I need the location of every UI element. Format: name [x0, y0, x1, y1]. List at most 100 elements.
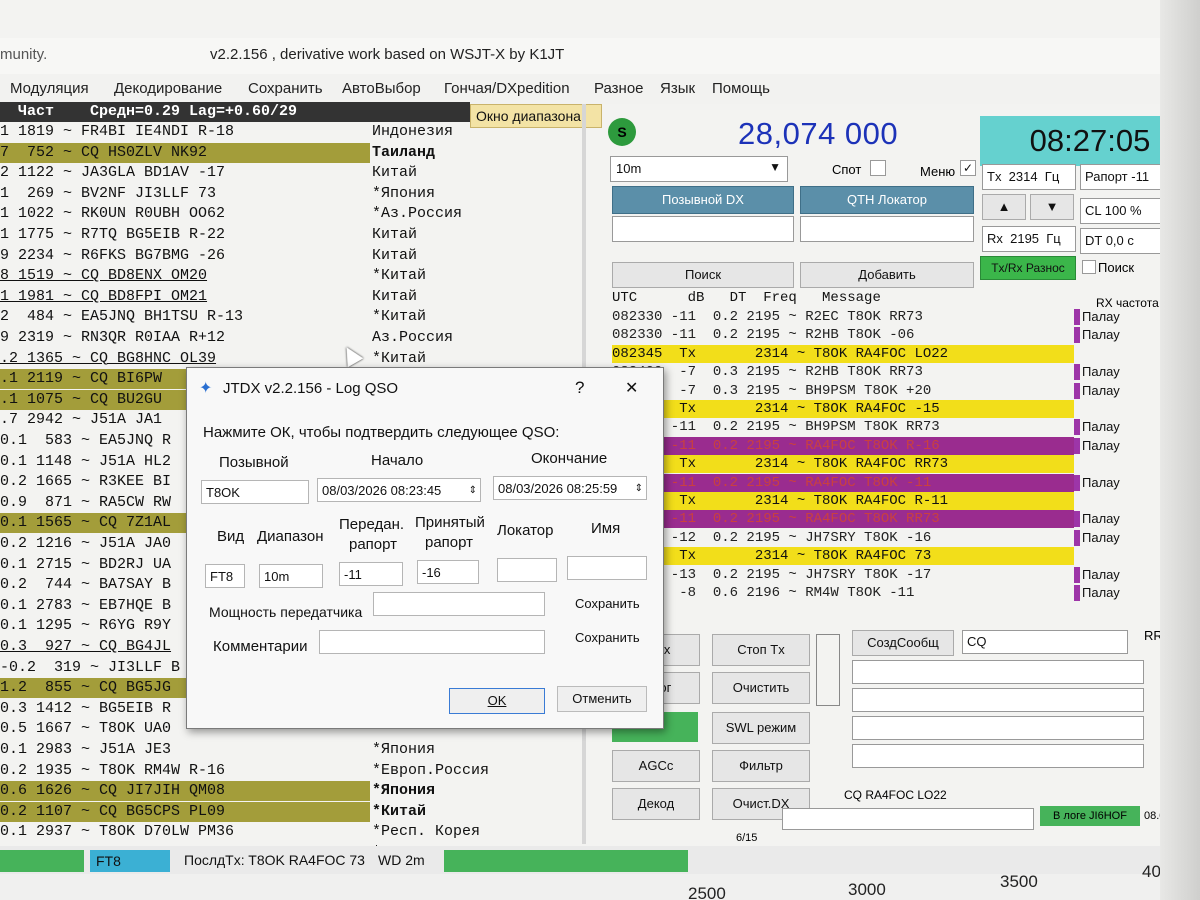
next-message: CQ RA4FOC LO22 — [844, 788, 947, 802]
add-button[interactable]: Добавить — [800, 262, 974, 288]
menu-hound[interactable]: Гончая/DXpedition — [444, 80, 570, 97]
comments-field[interactable] — [319, 630, 545, 654]
save-comments-checkbox-label[interactable]: Сохранить — [575, 630, 640, 645]
rx-country: Палау — [1074, 474, 1120, 491]
rx-message-line[interactable]: 082600 -8 0.6 2196 ~ RM4W T8OK -11 — [612, 584, 1074, 602]
rx-message-line[interactable]: 082500 -11 0.2 2195 ~ RA4FOC T8OK -11 — [612, 473, 1074, 492]
menu-save[interactable]: Сохранить — [248, 80, 323, 97]
rx-message-line[interactable]: 082330 -11 0.2 2195 ~ R2EC T8OK RR73 — [612, 308, 1074, 326]
menu-language[interactable]: Язык — [660, 80, 695, 97]
decode-line[interactable]: 0.6 1626 ~ CQ JI7JIH QM08 — [0, 781, 370, 802]
rx-message-line[interactable]: 082530 -11 0.2 2195 ~ RA4FOC T8OK RR73 — [612, 510, 1074, 529]
call-field[interactable]: T8OK — [201, 480, 309, 504]
name-field[interactable] — [567, 556, 647, 580]
tx2-field[interactable] — [852, 660, 1144, 684]
cancel-button[interactable]: Отменить — [557, 686, 647, 712]
cq-message-field[interactable]: CQ — [962, 630, 1128, 654]
tx-up-button[interactable]: ▲ — [982, 194, 1026, 220]
end-time-value: 08/03/2026 08:25:59 — [498, 481, 618, 496]
close-icon[interactable]: ✕ — [625, 378, 638, 398]
decode-line[interactable]: 9 2319 ~ RN3QR R0IAA R+12 — [0, 328, 370, 348]
rx-message-line[interactable]: 082545 Tx 2314 ~ T8OK RA4FOC 73 — [612, 547, 1074, 566]
rx-message-line[interactable]: 082600 -13 0.2 2195 ~ JH7SRY T8OK -17 — [612, 566, 1074, 584]
dx-call-field[interactable] — [612, 216, 794, 242]
menu-help[interactable]: Помощь — [712, 80, 770, 97]
rx-message-line[interactable]: 082445 Tx 2314 ~ T8OK RA4FOC RR73 — [612, 455, 1074, 474]
rx-frequency-spinbox[interactable]: Rx 2195 Гц — [982, 226, 1076, 252]
spot-checkbox[interactable] — [870, 160, 886, 176]
search-checkbox[interactable] — [1082, 260, 1096, 274]
menu-autoselect[interactable]: АвтоВыбор — [342, 80, 421, 97]
spin-arrows-icon: ⇕ — [468, 485, 477, 496]
lookup-button[interactable]: Поиск — [612, 262, 794, 288]
decode-line[interactable]: 8 1519 ~ CQ BD8ENX OM20 — [0, 266, 370, 286]
report-value: Рапорт -11 — [1085, 169, 1150, 184]
tx3-field[interactable] — [852, 688, 1144, 712]
rx-message-line[interactable]: 082400 -7 0.3 2195 ~ BH9PSM T8OK +20 — [612, 382, 1074, 400]
tx-mode-toggle[interactable] — [816, 634, 840, 706]
locator-field[interactable] — [497, 558, 557, 582]
tx-power-field[interactable] — [373, 592, 545, 616]
decode-line[interactable]: 1 269 ~ BV2NF JI3LLF 73 — [0, 184, 370, 204]
sent-report-field[interactable]: -11 — [339, 562, 403, 586]
menu-modulation[interactable]: Модуляция — [10, 80, 89, 97]
spot-label: Спот — [832, 162, 862, 177]
rx-message-line[interactable]: 082400 -7 0.3 2195 ~ R2HB T8OK RR73 — [612, 363, 1074, 381]
create-message-button[interactable]: СоздСообщ — [852, 630, 954, 656]
tx-frequency-spinbox[interactable]: Tx 2314 Гц — [982, 164, 1076, 190]
decode-line[interactable]: .2 1365 ~ CQ BG8HNC OL39 — [0, 349, 370, 369]
rx-message-line[interactable]: 082330 -11 0.2 2195 ~ R2HB T8OK -06 — [612, 326, 1074, 344]
menu-decode[interactable]: Декодирование — [114, 80, 222, 97]
agcc-button[interactable]: AGCc — [612, 750, 700, 782]
decode-line[interactable]: 0.1 2983 ~ J51A JE3 — [0, 740, 370, 760]
decode-line[interactable]: 0.2 1107 ~ CQ BG5CPS PL09 — [0, 801, 370, 822]
dx-call-button[interactable]: Позывной DX — [612, 186, 794, 214]
menu-checkbox[interactable]: ✓ — [960, 160, 976, 176]
decode-line[interactable]: 2 484 ~ EA5JNQ BH1TSU R-13 — [0, 307, 370, 327]
decode-line[interactable]: 1 1022 ~ RK0UN R0UBH OO62 — [0, 204, 370, 224]
rx-country: Палау — [1074, 419, 1120, 436]
rx-message-line[interactable]: 082345 Tx 2314 ~ T8OK RA4FOC LO22 — [612, 344, 1074, 363]
dx-grid-field[interactable] — [800, 216, 974, 242]
decode-line[interactable]: 1 1819 ~ FR4BI IE4NDI R-18 — [0, 122, 370, 142]
decode-line[interactable]: 7 752 ~ CQ HS0ZLV NK92 — [0, 142, 370, 163]
decode-line[interactable]: 0.2 1935 ~ T8OK RM4W R-16 — [0, 761, 370, 781]
rx-message-line[interactable]: 082430 -11 0.2 2195 ~ RA4FOC T8OK R-16 — [612, 436, 1074, 455]
decode-line[interactable]: 9 2234 ~ R6FKS BG7BMG -26 — [0, 246, 370, 266]
mode-field[interactable]: FT8 — [205, 564, 245, 588]
tx4-field[interactable] — [852, 716, 1144, 740]
rx-message-line[interactable]: 082515 Tx 2314 ~ T8OK RA4FOC R-11 — [612, 492, 1074, 510]
rcvd-report-field[interactable]: -16 — [417, 560, 479, 584]
qth-locator-button[interactable]: QTH Локатор — [800, 186, 974, 214]
save-power-checkbox-label[interactable]: Сохранить — [575, 596, 640, 611]
message-progress-field — [782, 808, 1034, 830]
decode-line[interactable]: 0.1 2937 ~ T8OK D70LW PM36 — [0, 822, 370, 842]
title-bar: munity. v2.2.156 , derivative work based… — [0, 38, 1200, 74]
menu-misc[interactable]: Разное — [594, 80, 644, 97]
tx5-field[interactable] — [852, 744, 1144, 768]
stop-tx-button[interactable]: Стоп Tx — [712, 634, 810, 666]
txrx-split-button[interactable]: Tx/Rx Разнос — [980, 256, 1076, 280]
filter-button[interactable]: Фильтр — [712, 750, 810, 782]
cl-value: CL 100 % — [1085, 203, 1142, 218]
clear-button[interactable]: Очистить — [712, 672, 810, 704]
rx-message-line[interactable]: 082430 -11 0.2 2195 ~ BH9PSM T8OK RR73 — [612, 418, 1074, 436]
decode-country: *Китай — [372, 308, 427, 326]
swl-mode-button[interactable]: SWL режим — [712, 712, 810, 744]
help-icon[interactable]: ? — [575, 378, 584, 398]
s-button[interactable]: S — [608, 118, 636, 146]
start-time-field[interactable]: 08/03/2026 08:23:45 ⇕ — [317, 478, 481, 502]
band-select[interactable]: 10m ▼ — [610, 156, 788, 182]
decode-button[interactable]: Декод — [612, 788, 700, 820]
rx-message-line[interactable]: 082530 -12 0.2 2195 ~ JH7SRY T8OK -16 — [612, 529, 1074, 547]
rx-message-line[interactable]: 082415 Tx 2314 ~ T8OK RA4FOC -15 — [612, 400, 1074, 418]
decode-line[interactable]: 1 1775 ~ R7TQ BG5EIB R-22 — [0, 225, 370, 245]
decode-country: *Европ.Россия — [372, 761, 490, 779]
decode-line[interactable]: 2 1122 ~ JA3GLA BD1AV -17 — [0, 163, 370, 183]
tx-down-button[interactable]: ▼ — [1030, 194, 1074, 220]
end-time-field[interactable]: 08/03/2026 08:25:59 ⇕ — [493, 476, 647, 500]
rx-country: Палау — [1074, 566, 1120, 583]
decode-line[interactable]: 1 1981 ~ CQ BD8FPI OM21 — [0, 287, 370, 307]
band-field[interactable]: 10m — [259, 564, 323, 588]
ok-button[interactable]: OK — [449, 688, 545, 714]
